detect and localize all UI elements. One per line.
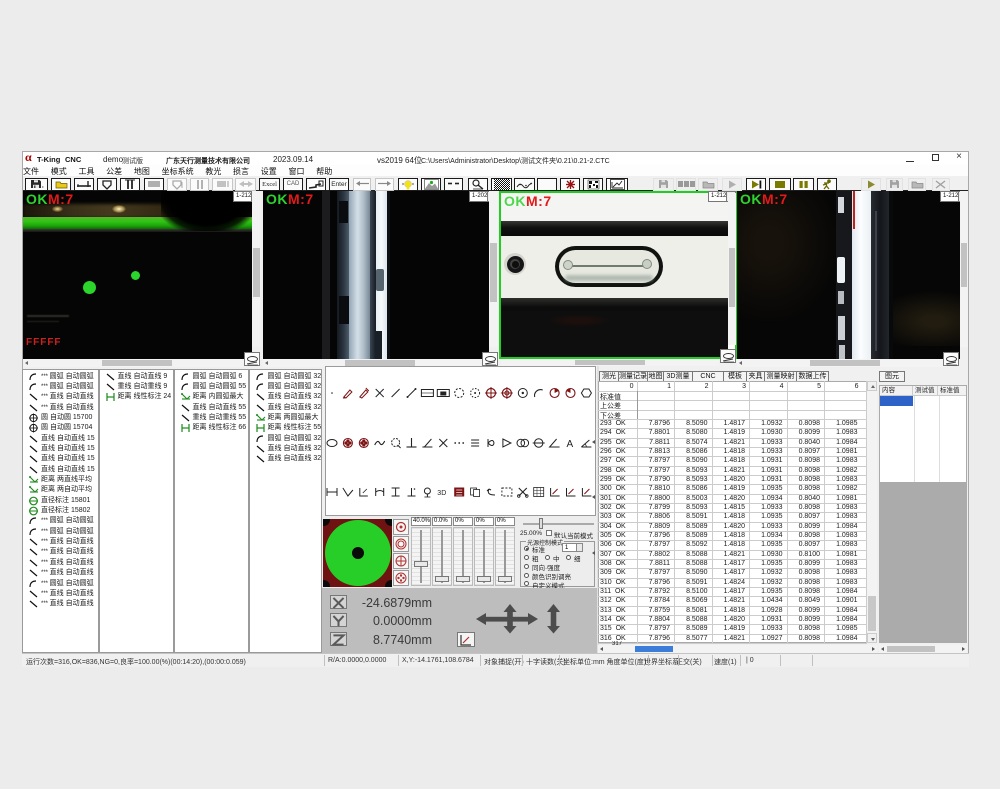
svg-text:3D: 3D [437, 490, 446, 497]
svg-text:A: A [567, 439, 574, 450]
